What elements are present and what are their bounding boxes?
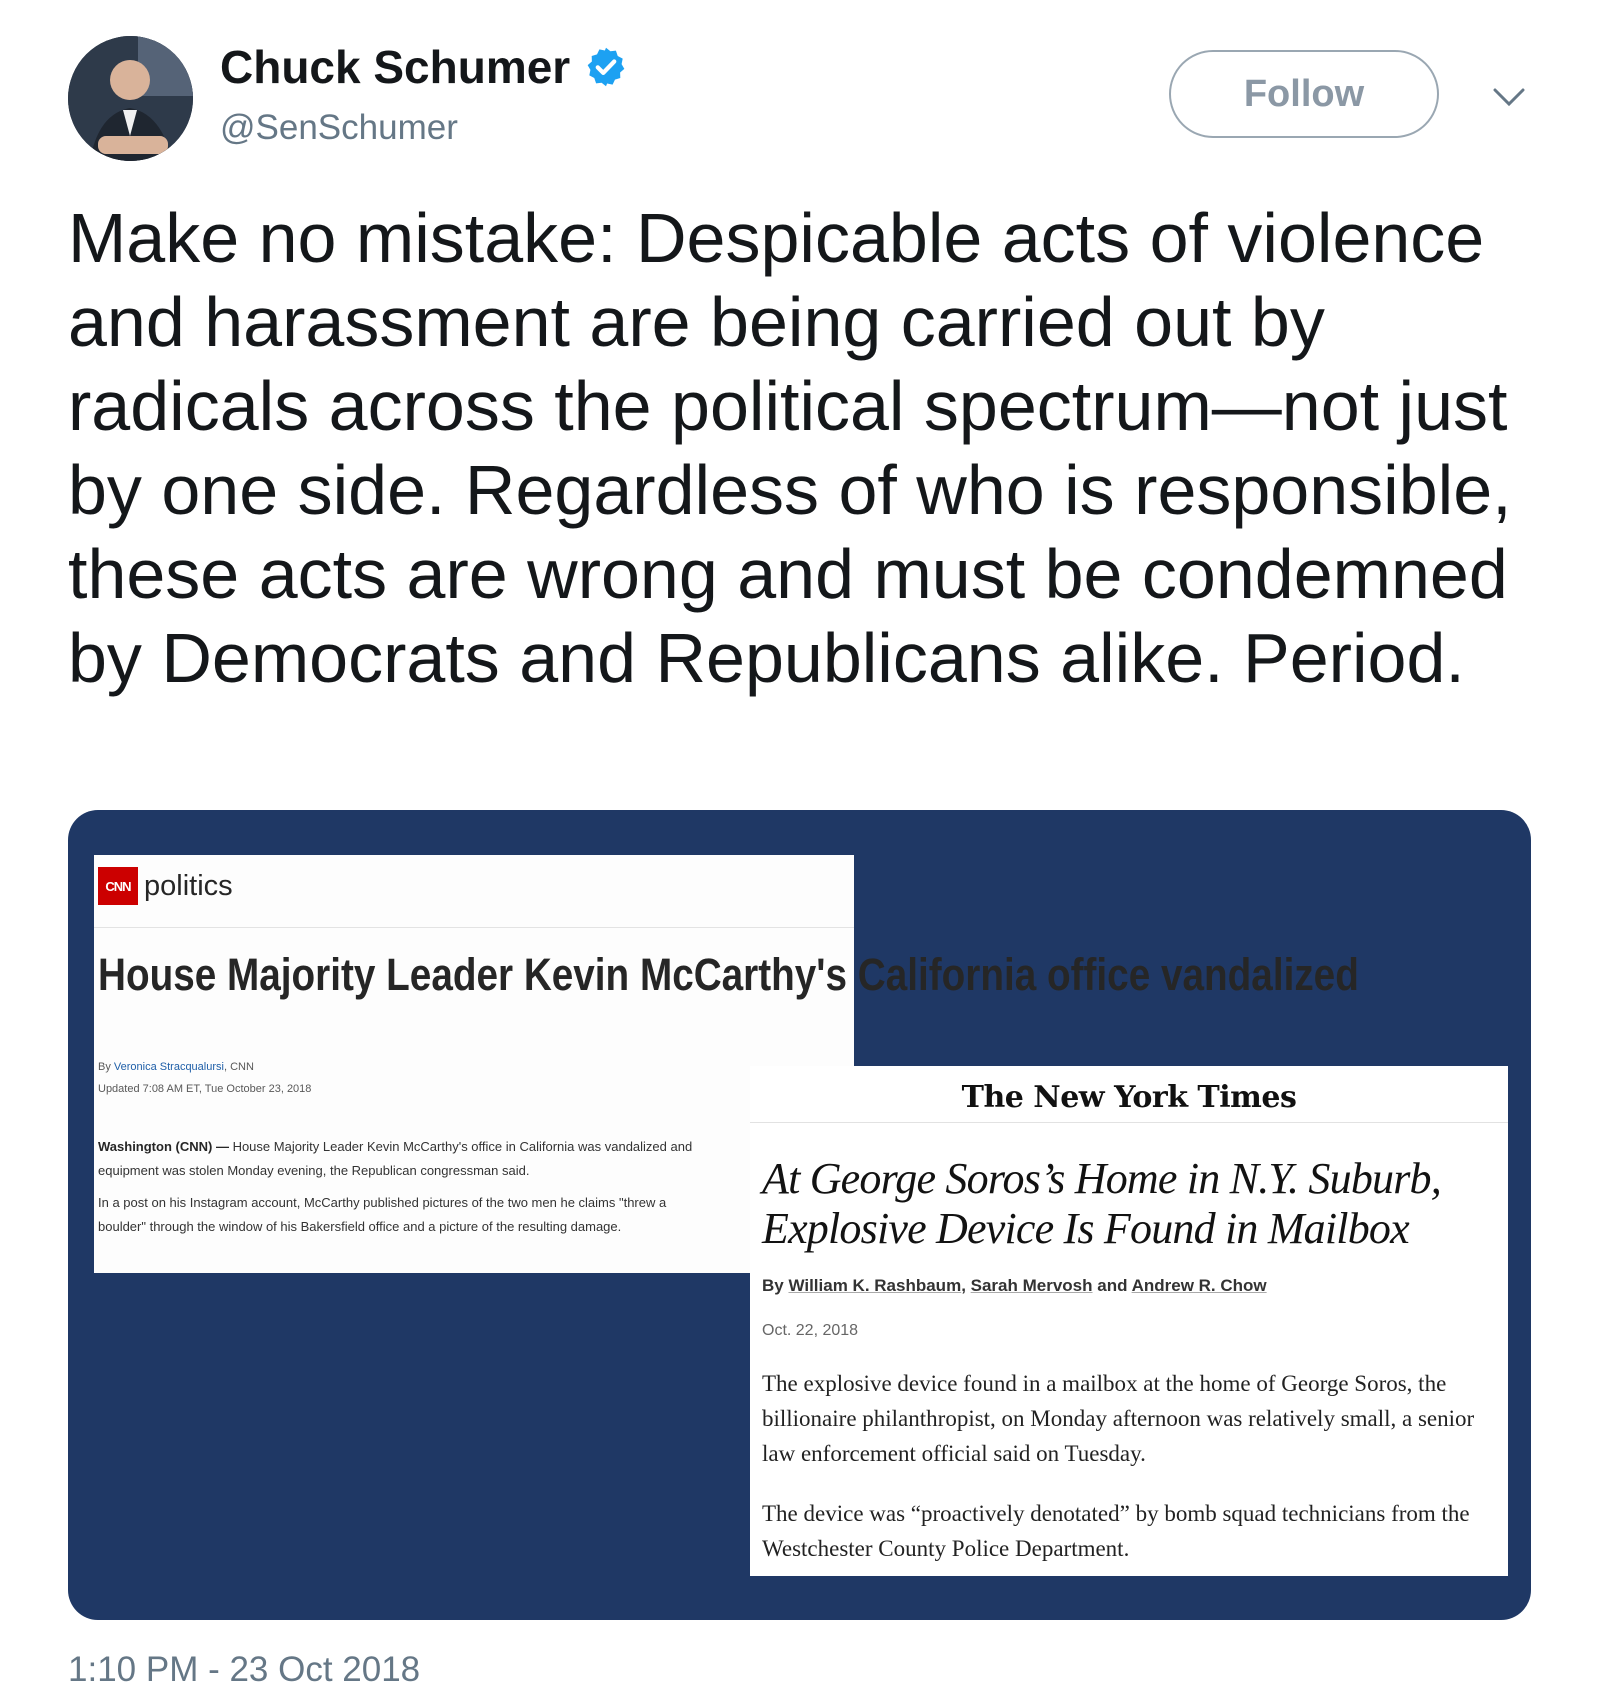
nyt-paragraph-1: The explosive device found in a mailbox … — [762, 1371, 1475, 1466]
chevron-down-icon[interactable] — [1492, 86, 1526, 108]
author-handle[interactable]: @SenSchumer — [220, 108, 458, 148]
author-name-text[interactable]: Chuck Schumer — [220, 40, 570, 94]
nyt-date: Oct. 22, 2018 — [762, 1322, 859, 1339]
cnn-byline-prefix: By — [98, 1061, 111, 1073]
tweet-timestamp[interactable]: 1:10 PM - 23 Oct 2018 — [68, 1650, 420, 1690]
cnn-headline: House Majority Leader Kevin McCarthy's C… — [98, 949, 1359, 1000]
nyt-author: Sarah Mervosh — [970, 1276, 1093, 1295]
nyt-byline: By William K. Rashbaum, Sarah Mervosh an… — [762, 1276, 1267, 1295]
cnn-logo: CNN — [98, 867, 138, 905]
nyt-logo: The New York Times — [961, 1080, 1297, 1115]
avatar[interactable] — [68, 36, 193, 161]
cnn-header: CNN politics — [98, 867, 233, 905]
divider — [94, 927, 854, 928]
author-name[interactable]: Chuck Schumer — [220, 40, 628, 94]
cnn-byline: By Veronica Stracqualursi, CNN — [98, 1061, 254, 1073]
cnn-byline-suffix: , CNN — [223, 1061, 254, 1073]
cnn-paragraph-1: Washington (CNN) — House Majority Leader… — [98, 1135, 728, 1183]
tweet-media[interactable]: CNN politics House Majority Leader Kevin… — [68, 810, 1531, 1620]
divider — [750, 1122, 1508, 1123]
nyt-article-screenshot: The New York Times At George Soros’s Hom… — [750, 1066, 1508, 1576]
nyt-paragraph-2: The device was “proactively denotated” b… — [762, 1501, 1470, 1561]
cnn-updated-time: Updated 7:08 AM ET, Tue October 23, 2018 — [98, 1083, 312, 1095]
nyt-byline-prefix: By — [762, 1276, 784, 1295]
cnn-byline-author: Veronica Stracqualursi — [113, 1061, 224, 1073]
avatar-image — [68, 36, 193, 161]
cnn-dateline: Washington (CNN) — — [98, 1139, 229, 1154]
verified-badge-icon — [587, 47, 625, 87]
nyt-author: Andrew R. Chow — [1131, 1276, 1267, 1295]
nyt-headline: At George Soros’s Home in N.Y. Suburb, E… — [762, 1154, 1442, 1253]
tweet-text: Make no mistake: Despicable acts of viol… — [68, 199, 1512, 697]
cnn-paragraph-2: In a post on his Instagram account, McCa… — [98, 1195, 667, 1234]
cnn-section-label: politics — [144, 869, 233, 902]
follow-button[interactable]: Follow — [1169, 50, 1439, 138]
nyt-author: William K. Rashbaum — [788, 1276, 962, 1295]
cnn-article-screenshot: CNN politics House Majority Leader Kevin… — [94, 855, 1359, 1273]
